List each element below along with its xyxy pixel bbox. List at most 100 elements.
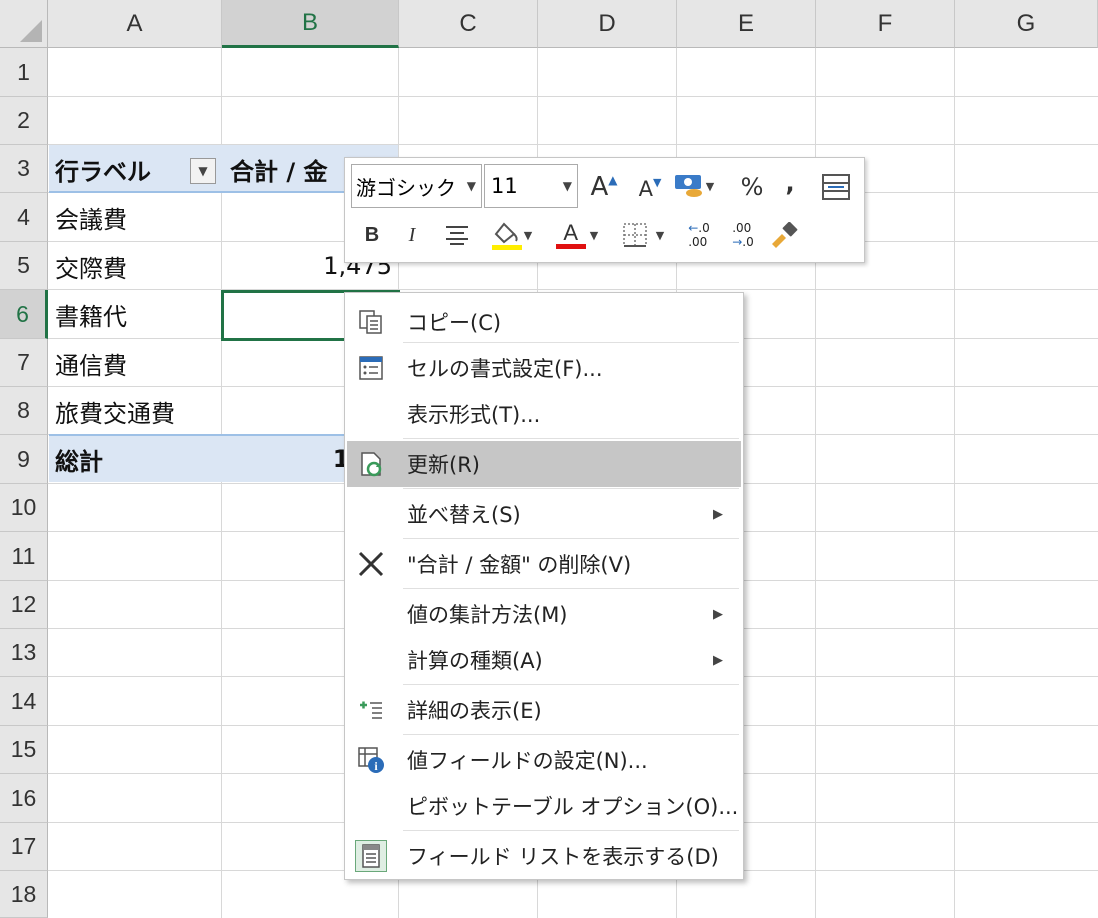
chevron-down-icon: ▼ — [466, 179, 476, 193]
paint-bucket-icon — [491, 222, 522, 250]
shrink-font-button[interactable]: A ▼ — [633, 172, 667, 206]
context-menu: コピー(C) セルの書式設定(F)... 表示形式(T)... 更新(R) 並べ… — [344, 292, 744, 880]
row-header-1[interactable]: 1 — [0, 48, 48, 97]
decrease-decimal-icon: .00 — [732, 221, 752, 235]
menu-item-pivottable-options[interactable]: ピボットテーブル オプション(O)... — [347, 783, 741, 829]
menu-separator — [403, 538, 739, 539]
row-header-10[interactable]: 10 — [0, 484, 48, 532]
row-header-13[interactable]: 13 — [0, 629, 48, 677]
font-name-dropdown[interactable]: 游ゴシック ▼ — [351, 164, 482, 208]
menu-item-show-field-list[interactable]: フィールド リストを表示する(D) — [347, 833, 741, 879]
row-header-11[interactable]: 11 — [0, 532, 48, 581]
submenu-arrow-icon: ▶ — [713, 606, 723, 622]
row-header-18[interactable]: 18 — [0, 871, 48, 918]
row-header-8[interactable]: 8 — [0, 387, 48, 435]
menu-item-label: "合計 / 金額" の削除(V) — [407, 553, 632, 577]
menu-item-label: 更新(R) — [407, 453, 480, 477]
center-align-button[interactable] — [437, 216, 477, 254]
wrap-text-button[interactable] — [819, 170, 853, 204]
menu-item-label: コピー(C) — [407, 311, 502, 335]
delete-x-icon — [355, 548, 387, 580]
row-header-14[interactable]: 14 — [0, 677, 48, 726]
menu-item-label: フィールド リストを表示する(D) — [407, 845, 719, 869]
pivot-row-label[interactable]: 通信費 — [49, 339, 221, 387]
row-header-4[interactable]: 4 — [0, 193, 48, 242]
menu-item-label: ピボットテーブル オプション(O)... — [407, 795, 739, 819]
submenu-arrow-icon: ▶ — [713, 506, 723, 522]
align-center-icon — [446, 226, 468, 245]
row-header-16[interactable]: 16 — [0, 774, 48, 823]
column-header-e[interactable]: E — [677, 0, 816, 48]
menu-item-refresh[interactable]: 更新(R) — [347, 441, 741, 487]
menu-item-remove-field[interactable]: "合計 / 金額" の削除(V) — [347, 541, 741, 587]
format-painter-icon — [772, 222, 798, 248]
menu-item-format-cells[interactable]: セルの書式設定(F)... — [347, 345, 741, 391]
refresh-icon — [355, 448, 387, 480]
font-size-dropdown[interactable]: 11 ▼ — [484, 164, 578, 208]
select-all-corner[interactable] — [0, 0, 48, 48]
menu-item-number-format[interactable]: 表示形式(T)... — [347, 391, 741, 437]
borders-icon — [623, 223, 647, 247]
pivot-row-label[interactable]: 書籍代 — [49, 290, 221, 338]
pivot-row-label[interactable]: 会議費 — [49, 193, 221, 241]
column-header-c[interactable]: C — [399, 0, 538, 48]
menu-item-show-details[interactable]: 詳細の表示(E) — [347, 687, 741, 733]
decrease-decimal-button[interactable]: .00 →.0 — [723, 216, 763, 254]
menu-item-label: 値フィールドの設定(N)... — [407, 749, 648, 773]
format-painter-button[interactable] — [763, 216, 803, 254]
menu-separator — [403, 438, 739, 439]
column-header-g[interactable]: G — [955, 0, 1098, 48]
column-header-b[interactable]: B — [222, 0, 399, 48]
font-color-button[interactable]: A ▼ — [547, 216, 607, 254]
menu-item-label: 詳細の表示(E) — [407, 699, 542, 723]
field-settings-icon: i — [355, 744, 387, 776]
increase-decimal-button[interactable]: ←.0 .00 — [679, 216, 719, 254]
accounting-format-button[interactable]: ▼ — [669, 168, 719, 204]
accounting-format-icon — [674, 175, 702, 197]
pivot-total-label[interactable]: 総計 — [49, 435, 221, 483]
menu-item-summarize-values-by[interactable]: 値の集計方法(M) ▶ — [347, 591, 741, 637]
borders-button[interactable]: ▼ — [613, 216, 673, 254]
font-name-value: 游ゴシック — [356, 175, 456, 200]
column-header-d[interactable]: D — [538, 0, 677, 48]
filter-dropdown-button[interactable]: ▼ — [190, 158, 216, 184]
submenu-arrow-icon: ▶ — [713, 652, 723, 668]
pivot-row-label-header[interactable]: 行ラベル — [49, 145, 189, 193]
grow-font-button[interactable]: A ▲ — [587, 170, 621, 204]
field-list-icon — [355, 840, 387, 872]
copy-icon — [355, 306, 387, 338]
show-details-icon — [355, 694, 387, 726]
bold-button[interactable]: B — [355, 216, 389, 254]
grow-font-icon: A — [590, 172, 609, 202]
percent-style-button[interactable]: % — [735, 170, 769, 204]
pivot-row-label[interactable]: 交際費 — [49, 242, 221, 290]
menu-item-label: 表示形式(T)... — [407, 403, 541, 427]
increase-decimal-icon: ←.0 — [688, 221, 710, 235]
column-header-f[interactable]: F — [816, 0, 955, 48]
row-header-12[interactable]: 12 — [0, 581, 48, 629]
row-header-15[interactable]: 15 — [0, 726, 48, 774]
font-size-value: 11 — [491, 174, 518, 198]
mini-toolbar: 游ゴシック ▼ 11 ▼ A ▲ A ▼ ▼ % , B I ▼ A ▼ ▼ ←… — [344, 157, 865, 263]
row-header-17[interactable]: 17 — [0, 823, 48, 871]
menu-item-value-field-settings[interactable]: i 値フィールドの設定(N)... — [347, 737, 741, 783]
menu-item-copy[interactable]: コピー(C) — [347, 299, 741, 345]
chevron-down-icon: ▼ — [562, 179, 572, 193]
wrap-text-icon — [822, 174, 850, 200]
fill-color-button[interactable]: ▼ — [481, 216, 541, 254]
menu-item-sort[interactable]: 並べ替え(S) ▶ — [347, 491, 741, 537]
row-header-6[interactable]: 6 — [0, 290, 48, 339]
italic-button[interactable]: I — [395, 216, 429, 254]
menu-separator — [403, 684, 739, 685]
row-header-3[interactable]: 3 — [0, 145, 48, 193]
row-header-5[interactable]: 5 — [0, 242, 48, 290]
row-header-9[interactable]: 9 — [0, 435, 48, 484]
pivot-row-label[interactable]: 旅費交通費 — [49, 387, 221, 435]
row-header-2[interactable]: 2 — [0, 97, 48, 145]
comma-style-button[interactable]: , — [775, 166, 805, 200]
row-header-7[interactable]: 7 — [0, 339, 48, 387]
menu-separator — [403, 830, 739, 831]
column-header-a[interactable]: A — [48, 0, 222, 48]
menu-item-label: 並べ替え(S) — [407, 503, 521, 527]
menu-item-show-values-as[interactable]: 計算の種類(A) ▶ — [347, 637, 741, 683]
